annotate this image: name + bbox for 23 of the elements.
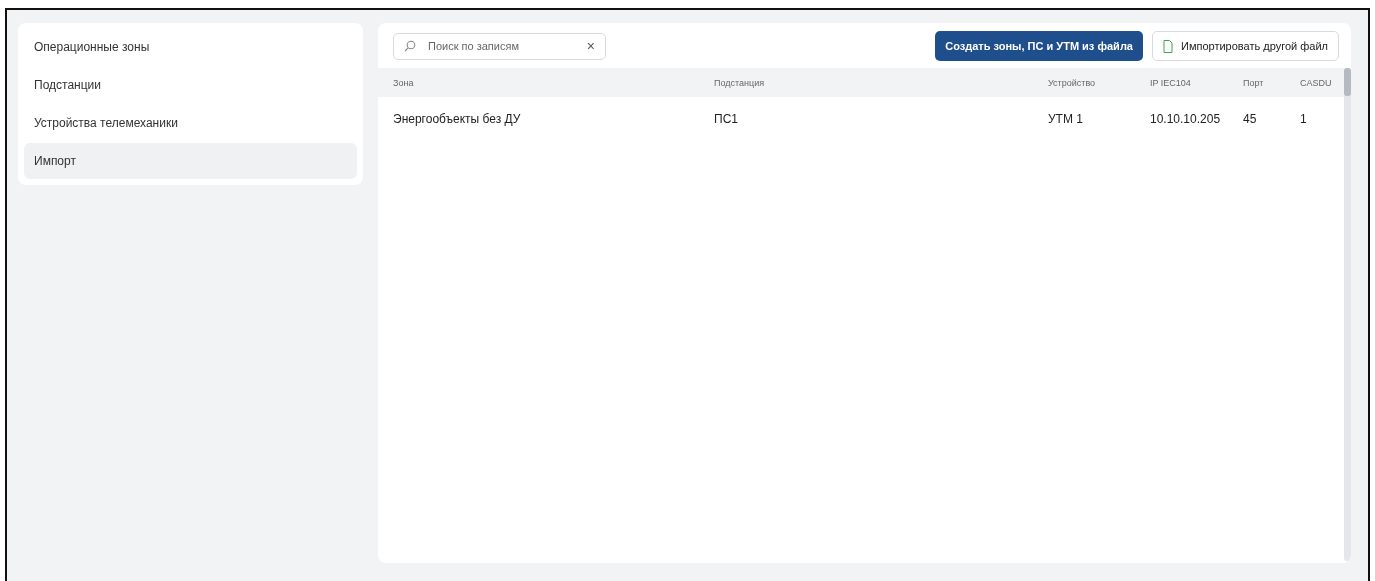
column-header: CASDU [1300,77,1333,88]
create-button[interactable]: Создать зоны, ПС и УТМ из файла [935,31,1143,61]
sidebar-item[interactable]: Импорт [24,143,357,179]
sidebar-item[interactable]: Операционные зоны [24,29,357,65]
table-cell-text: УТМ 1 [1048,112,1084,126]
clear-button[interactable]: × [586,38,595,54]
column-header: IP IEC104 [1150,77,1192,88]
table-cell-text: ПС1 [714,112,739,126]
table-cell-text: 1 [1300,112,1308,126]
search-icon [404,40,416,52]
column-header: Порт [1243,77,1265,88]
import-file-button[interactable]: Импортировать другой файл [1152,31,1339,61]
column-header: Устройство [1048,77,1097,88]
sidebar-item[interactable]: Подстанции [24,67,357,103]
table-cell-text: 45 [1243,112,1258,126]
scrollbar[interactable] [1344,68,1351,561]
sidebar-item[interactable]: Устройства телемеханики [24,105,357,141]
file-icon [1163,39,1173,53]
column-header: Зона [393,77,415,88]
search-field[interactable]: Поиск по записям × [393,32,606,60]
table-cell-text: Энергообъекты без ДУ [393,112,522,126]
column-header: Подстанция [714,77,766,88]
table-cell-text: 10.10.10.205 [1150,112,1222,126]
